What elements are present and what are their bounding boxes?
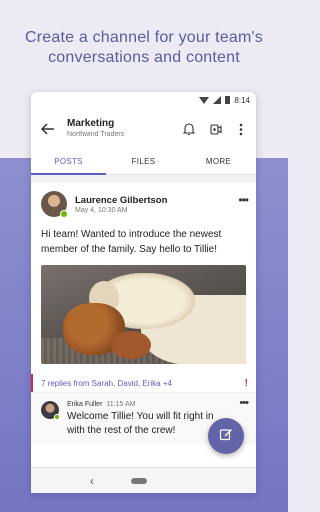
compose-button[interactable] <box>208 418 244 454</box>
bell-icon[interactable] <box>182 122 196 136</box>
post-photo-dog[interactable] <box>41 265 246 364</box>
app-bar-actions <box>182 122 248 136</box>
more-vertical-icon[interactable] <box>234 122 248 136</box>
post-card[interactable]: Laurence Gilbertson May 4, 10:30 AM ••• … <box>31 183 256 364</box>
active-tab-indicator <box>31 173 106 175</box>
android-nav-bar: ‹ <box>31 467 256 493</box>
important-icon: ! <box>244 377 248 389</box>
reply-avatar[interactable] <box>41 401 60 420</box>
reply-meta: Erika Fuller 11:15 AM <box>67 401 227 408</box>
status-bar: 8:14 <box>31 92 256 109</box>
reply-more-icon[interactable]: ••• <box>239 397 249 409</box>
tab-posts[interactable]: POSTS <box>31 149 106 174</box>
presence-available-icon <box>60 210 68 218</box>
compose-icon <box>219 427 233 446</box>
battery-icon <box>225 95 231 106</box>
app-bar: Marketing Northwind Traders <box>31 109 256 149</box>
back-arrow-icon[interactable] <box>39 120 57 138</box>
tab-more[interactable]: MORE <box>181 149 256 174</box>
post-author-row: Laurence Gilbertson May 4, 10:30 AM <box>41 191 246 218</box>
nav-home-icon[interactable] <box>131 477 148 484</box>
tab-files[interactable]: FILES <box>106 149 181 174</box>
team-name: Northwind Traders <box>67 131 125 138</box>
channel-tabs: POSTS FILES MORE <box>31 149 256 175</box>
video-meeting-icon[interactable] <box>208 122 222 136</box>
nav-back-icon[interactable]: ‹ <box>90 474 94 488</box>
channel-title: Marketing <box>67 118 115 129</box>
wifi-icon <box>199 96 210 106</box>
replies-summary[interactable]: 7 replies from Sarah, David, Erika +4 <box>41 379 172 388</box>
promo-headline: Create a channel for your team's convers… <box>0 28 288 68</box>
post-author-name[interactable]: Laurence Gilbertson <box>75 195 167 206</box>
avatar[interactable] <box>41 191 68 218</box>
channel-title-block[interactable]: Marketing Northwind Traders <box>67 118 182 140</box>
signal-icon <box>213 95 222 106</box>
headline-line-1: Create a channel for your team's <box>24 29 264 46</box>
reply-message: Welcome Tillie! You will fit right in wi… <box>67 411 214 436</box>
reply-timestamp: 11:15 AM <box>106 401 136 408</box>
status-time: 8:14 <box>234 96 250 105</box>
headline-line-2: conversations and content <box>48 49 240 66</box>
post-more-icon[interactable]: ••• <box>238 193 249 207</box>
feed-separator <box>31 175 256 183</box>
presence-available-icon <box>54 414 60 420</box>
post-message: Hi team! Wanted to introduce the newest … <box>41 229 222 255</box>
replies-summary-row[interactable]: 7 replies from Sarah, David, Erika +4 ! <box>31 374 256 392</box>
photo-plush-toy-paw <box>111 331 151 359</box>
reply-author-name[interactable]: Erika Fuller <box>67 401 102 408</box>
post-timestamp: May 4, 10:30 AM <box>75 206 128 214</box>
